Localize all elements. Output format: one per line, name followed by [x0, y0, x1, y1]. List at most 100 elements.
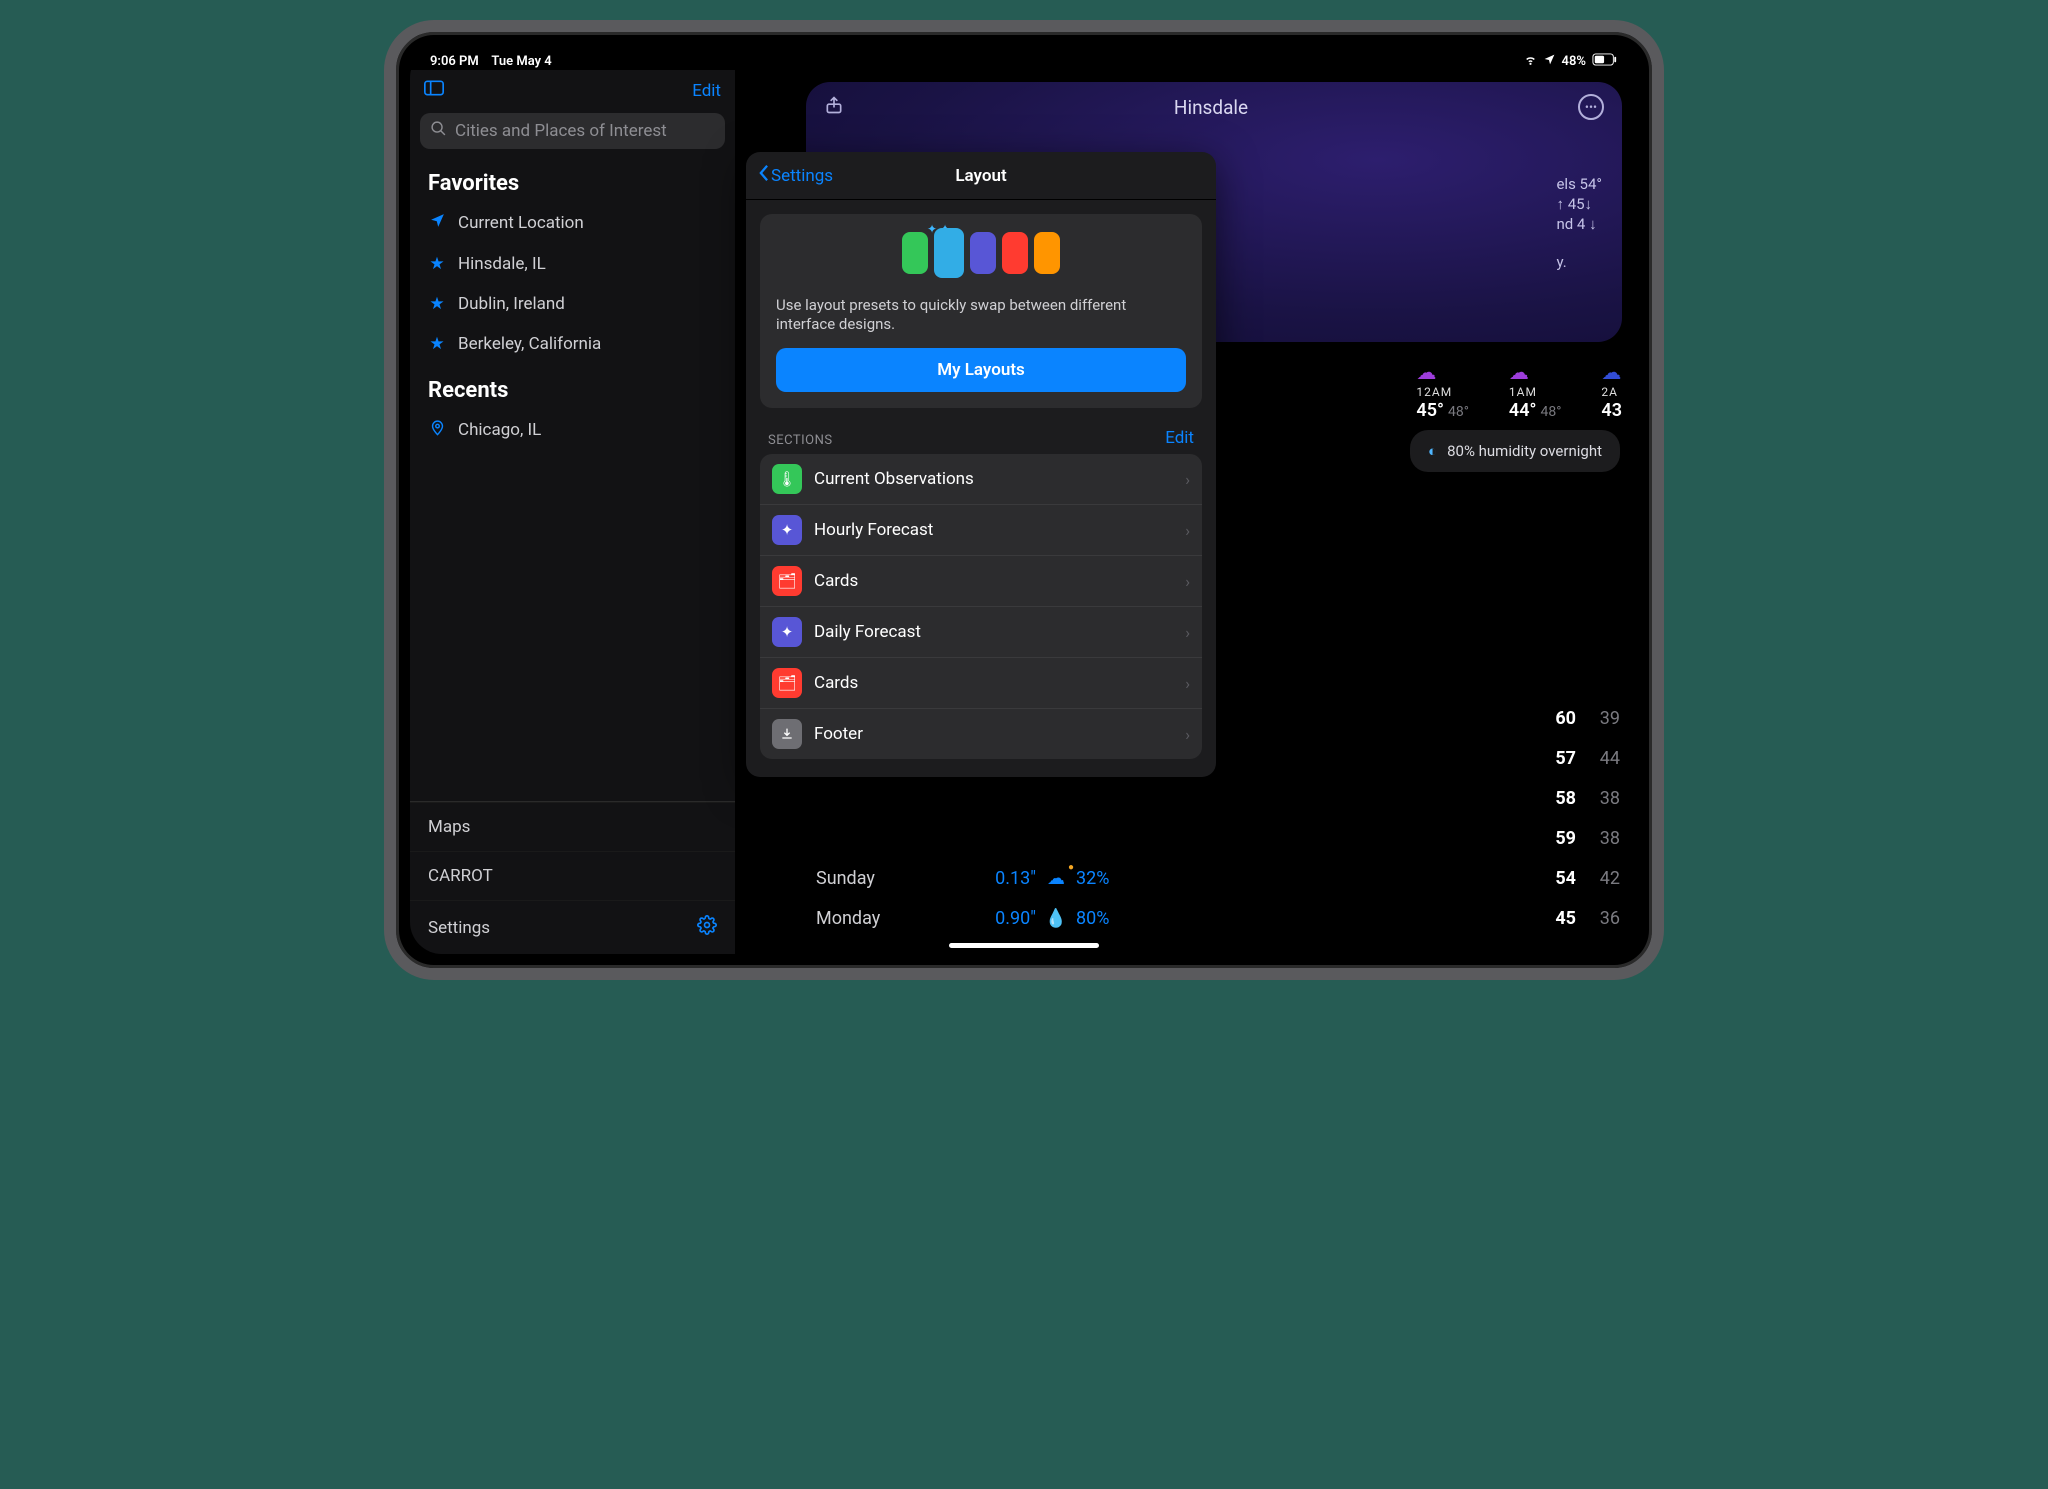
chevron-left-icon	[758, 164, 769, 187]
swatch-red	[1002, 232, 1028, 274]
section-row-hourly-forecast[interactable]: ✦ Hourly Forecast ›	[760, 504, 1202, 555]
swatch-blue	[934, 228, 964, 278]
obs-line: y.	[1556, 252, 1602, 272]
status-time-date: 9:06 PM Tue May 4	[430, 54, 552, 69]
precip-amount: 0.90"	[976, 908, 1036, 929]
precip-icon: ● ☁	[1036, 868, 1076, 889]
battery-percent: 48%	[1562, 54, 1586, 69]
hour-hi: 45°	[1416, 400, 1444, 421]
hourly-forecast-peek: ☁ 12AM 45°48° ☁ 1AM 44°48° ☁ 2A 43	[1416, 360, 1622, 421]
location-services-icon	[1543, 53, 1556, 70]
sidebar-item-label: Current Location	[458, 213, 584, 233]
daily-hi: 45	[1532, 908, 1576, 929]
download-icon	[772, 719, 802, 749]
sidebar-item-hinsdale[interactable]: ★ Hinsdale, IL	[410, 244, 735, 284]
sparkle-icon: ✦	[772, 515, 802, 545]
sidebar: Edit Cities and Places of Interest Favor…	[410, 70, 736, 954]
cards-icon: 🗂	[772, 668, 802, 698]
sections-edit-button[interactable]: Edit	[1165, 428, 1194, 448]
preset-swatches: ✦ ✦	[776, 232, 1186, 282]
layout-settings-popover: Settings Layout ✦ ✦ Use layout presets t…	[746, 152, 1216, 777]
swatch-purple	[970, 232, 996, 274]
star-icon: ★	[428, 334, 446, 354]
sidebar-item-berkeley[interactable]: ★ Berkeley, California	[410, 324, 735, 364]
chevron-right-icon: ›	[1185, 470, 1190, 489]
thermometer-icon: 🌡	[772, 464, 802, 494]
screen: 9:06 PM Tue May 4 48%	[410, 46, 1638, 954]
sidebar-bottom: Maps CARROT Settings	[410, 801, 735, 954]
ipad-device-frame: 9:06 PM Tue May 4 48%	[384, 20, 1664, 980]
sections-label: SECTIONS	[768, 433, 833, 448]
more-icon[interactable]: •••	[1578, 94, 1604, 120]
location-arrow-icon	[428, 212, 446, 234]
preset-description: Use layout presets to quickly swap betwe…	[776, 296, 1186, 334]
home-indicator[interactable]	[949, 943, 1099, 948]
status-right: 48%	[1524, 53, 1618, 70]
sidebar-item-label: Chicago, IL	[458, 420, 541, 440]
section-row-footer[interactable]: Footer ›	[760, 708, 1202, 759]
sidebar-item-current-location[interactable]: Current Location	[410, 202, 735, 244]
daily-lo: 38	[1576, 828, 1620, 849]
section-row-current-observations[interactable]: 🌡 Current Observations ›	[760, 454, 1202, 504]
battery-icon	[1592, 53, 1618, 70]
obs-line: ↑ 45↓	[1556, 194, 1602, 214]
status-date: Tue May 4	[491, 54, 551, 69]
pin-icon	[428, 419, 446, 441]
sidebar-item-dublin[interactable]: ★ Dublin, Ireland	[410, 284, 735, 324]
daily-hi: 60	[1532, 708, 1576, 729]
section-label: Daily Forecast	[814, 622, 921, 642]
sections-list: 🌡 Current Observations › ✦ Hourly Foreca…	[760, 454, 1202, 759]
section-row-cards-2[interactable]: 🗂 Cards ›	[760, 657, 1202, 708]
section-label: Footer	[814, 724, 863, 744]
search-input[interactable]: Cities and Places of Interest	[420, 113, 725, 149]
daily-lo: 44	[1576, 748, 1620, 769]
share-icon[interactable]	[824, 95, 844, 119]
maps-label: Maps	[428, 817, 470, 837]
daily-lo: 42	[1576, 868, 1620, 889]
sidebar-nav-maps[interactable]: Maps	[410, 802, 735, 851]
daily-lo: 38	[1576, 788, 1620, 809]
section-label: Cards	[814, 673, 858, 693]
settings-label: Settings	[428, 918, 490, 938]
section-row-cards-1[interactable]: 🗂 Cards ›	[760, 555, 1202, 606]
sidebar-nav-settings[interactable]: Settings	[410, 900, 735, 954]
sidebar-item-label: Dublin, Ireland	[458, 294, 565, 314]
section-label: Hourly Forecast	[814, 520, 933, 540]
day-name: Sunday	[816, 868, 976, 889]
favorites-heading: Favorites	[410, 157, 735, 202]
chevron-right-icon: ›	[1185, 623, 1190, 642]
obs-line: nd 4 ↓	[1556, 214, 1602, 234]
hour-time: 12AM	[1416, 385, 1452, 399]
back-label: Settings	[771, 166, 833, 186]
location-name: Hinsdale	[1174, 96, 1248, 119]
cards-icon: 🗂	[772, 566, 802, 596]
wifi-icon	[1524, 53, 1537, 70]
sidebar-edit-button[interactable]: Edit	[692, 81, 721, 101]
daily-hi: 57	[1532, 748, 1576, 769]
my-layouts-button[interactable]: My Layouts	[776, 348, 1186, 392]
day-name: Monday	[816, 908, 976, 929]
precip-amount: 0.13"	[976, 868, 1036, 889]
hour-cell: ☁ 12AM 45°48°	[1416, 360, 1469, 421]
star-icon: ★	[428, 254, 446, 274]
sidebar-toggle-icon[interactable]	[424, 80, 444, 101]
daily-row-monday[interactable]: Monday 0.90" 💧 80% 4536	[816, 898, 1620, 938]
daily-hi: 54	[1532, 868, 1576, 889]
hour-time: 1AM	[1509, 385, 1537, 399]
daily-row: 5838	[816, 778, 1620, 818]
daily-row-sunday[interactable]: Sunday 0.13" ● ☁ 32% 5442	[816, 858, 1620, 898]
back-button[interactable]: Settings	[758, 164, 833, 187]
sidebar-nav-carrot[interactable]: CARROT	[410, 851, 735, 900]
daily-hi: 58	[1532, 788, 1576, 809]
sections-header: SECTIONS Edit	[746, 422, 1216, 454]
section-label: Cards	[814, 571, 858, 591]
moon-cloud-icon: ☁	[1601, 360, 1621, 384]
hour-hi: 44°	[1509, 400, 1537, 421]
section-row-daily-forecast[interactable]: ✦ Daily Forecast ›	[760, 606, 1202, 657]
sidebar-item-chicago[interactable]: Chicago, IL	[410, 409, 735, 451]
humidity-card[interactable]: ◐ 80% humidity overnight	[1410, 430, 1620, 472]
cloud-icon: ☁	[1509, 360, 1529, 384]
hour-lo: 48°	[1540, 404, 1561, 420]
humidity-icon: ◐	[1428, 442, 1437, 460]
carrot-label: CARROT	[428, 866, 493, 886]
